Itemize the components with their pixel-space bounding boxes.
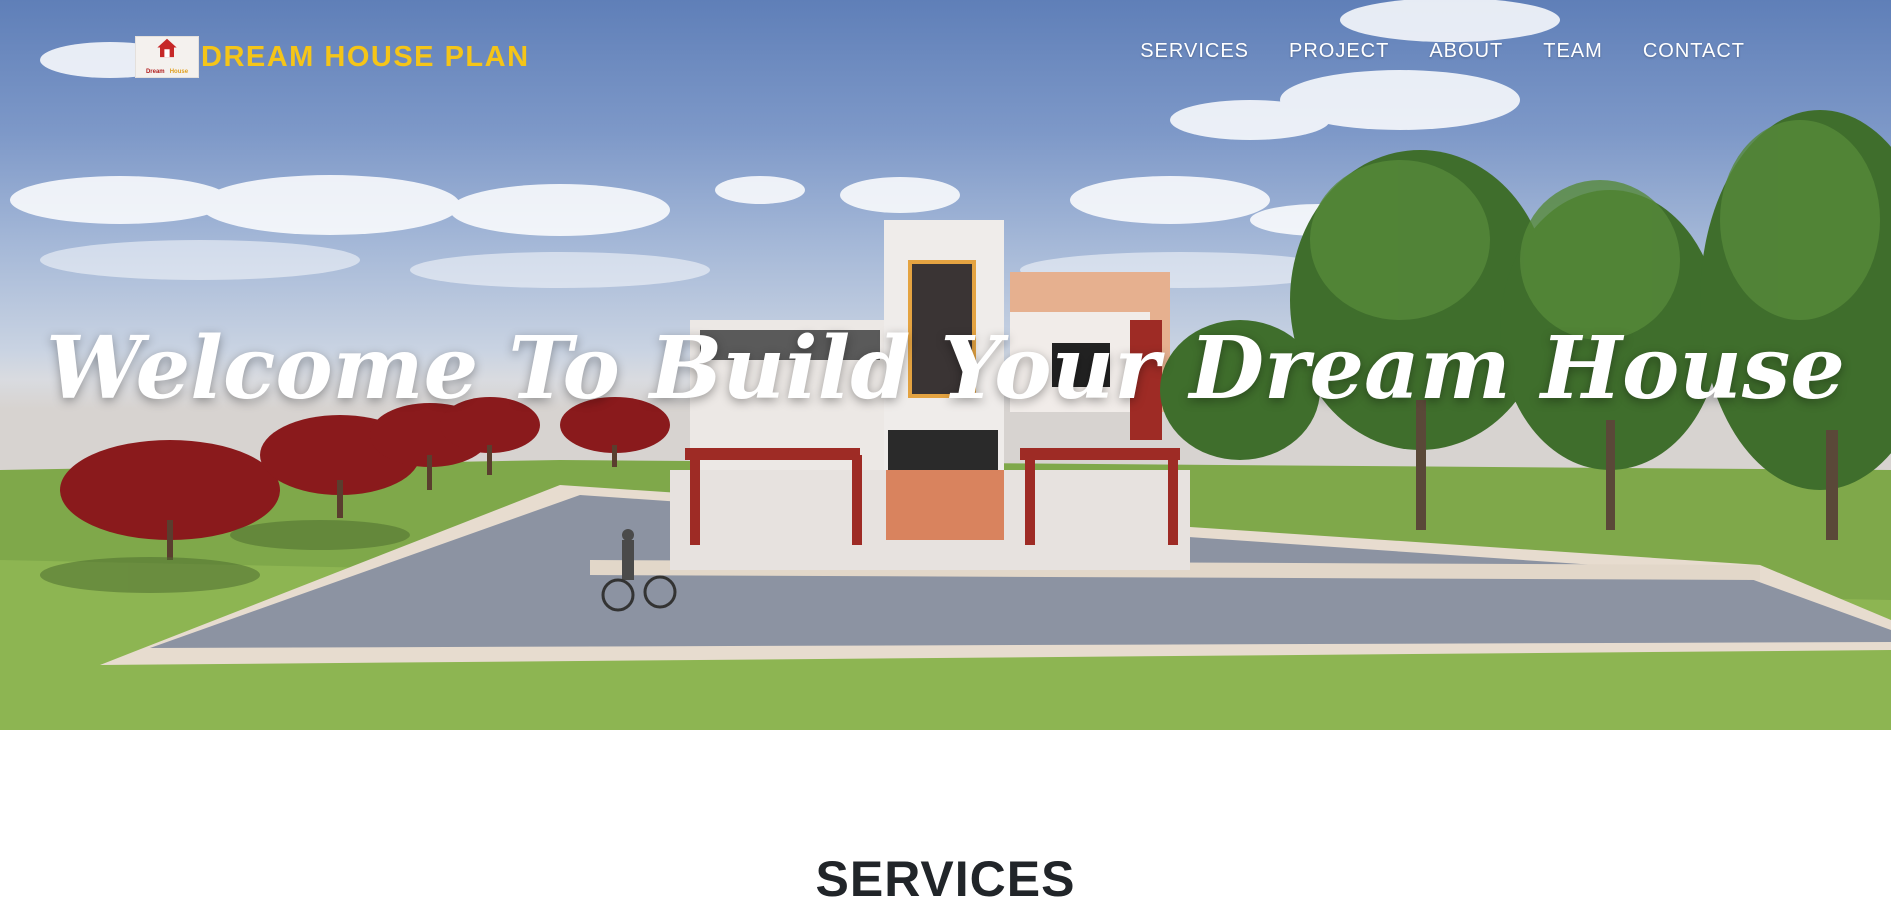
- brand-name[interactable]: DREAM HOUSE PLAN: [201, 41, 530, 74]
- logo-text-top: Dream: [145, 69, 165, 75]
- hero-section: Dream House DREAM HOUSE PLAN SERVICES PR…: [0, 0, 1891, 730]
- nav-item-project[interactable]: PROJECT: [1289, 40, 1389, 63]
- nav-item-contact[interactable]: CONTACT: [1643, 40, 1745, 63]
- nav-item-about[interactable]: ABOUT: [1429, 40, 1503, 63]
- brand-logo[interactable]: Dream House: [135, 36, 199, 78]
- nav-item-team[interactable]: TEAM: [1543, 40, 1603, 63]
- nav-item-services[interactable]: SERVICES: [1140, 40, 1249, 63]
- main-nav: SERVICES PROJECT ABOUT TEAM CONTACT: [1140, 40, 1745, 63]
- logo-text-bottom: House: [169, 69, 189, 75]
- hero-heading: Welcome To Build Your Dream House: [46, 318, 1845, 419]
- house-icon: [157, 38, 177, 58]
- brand[interactable]: Dream House DREAM HOUSE PLAN: [135, 36, 530, 78]
- services-section-title: SERVICES: [815, 851, 1076, 907]
